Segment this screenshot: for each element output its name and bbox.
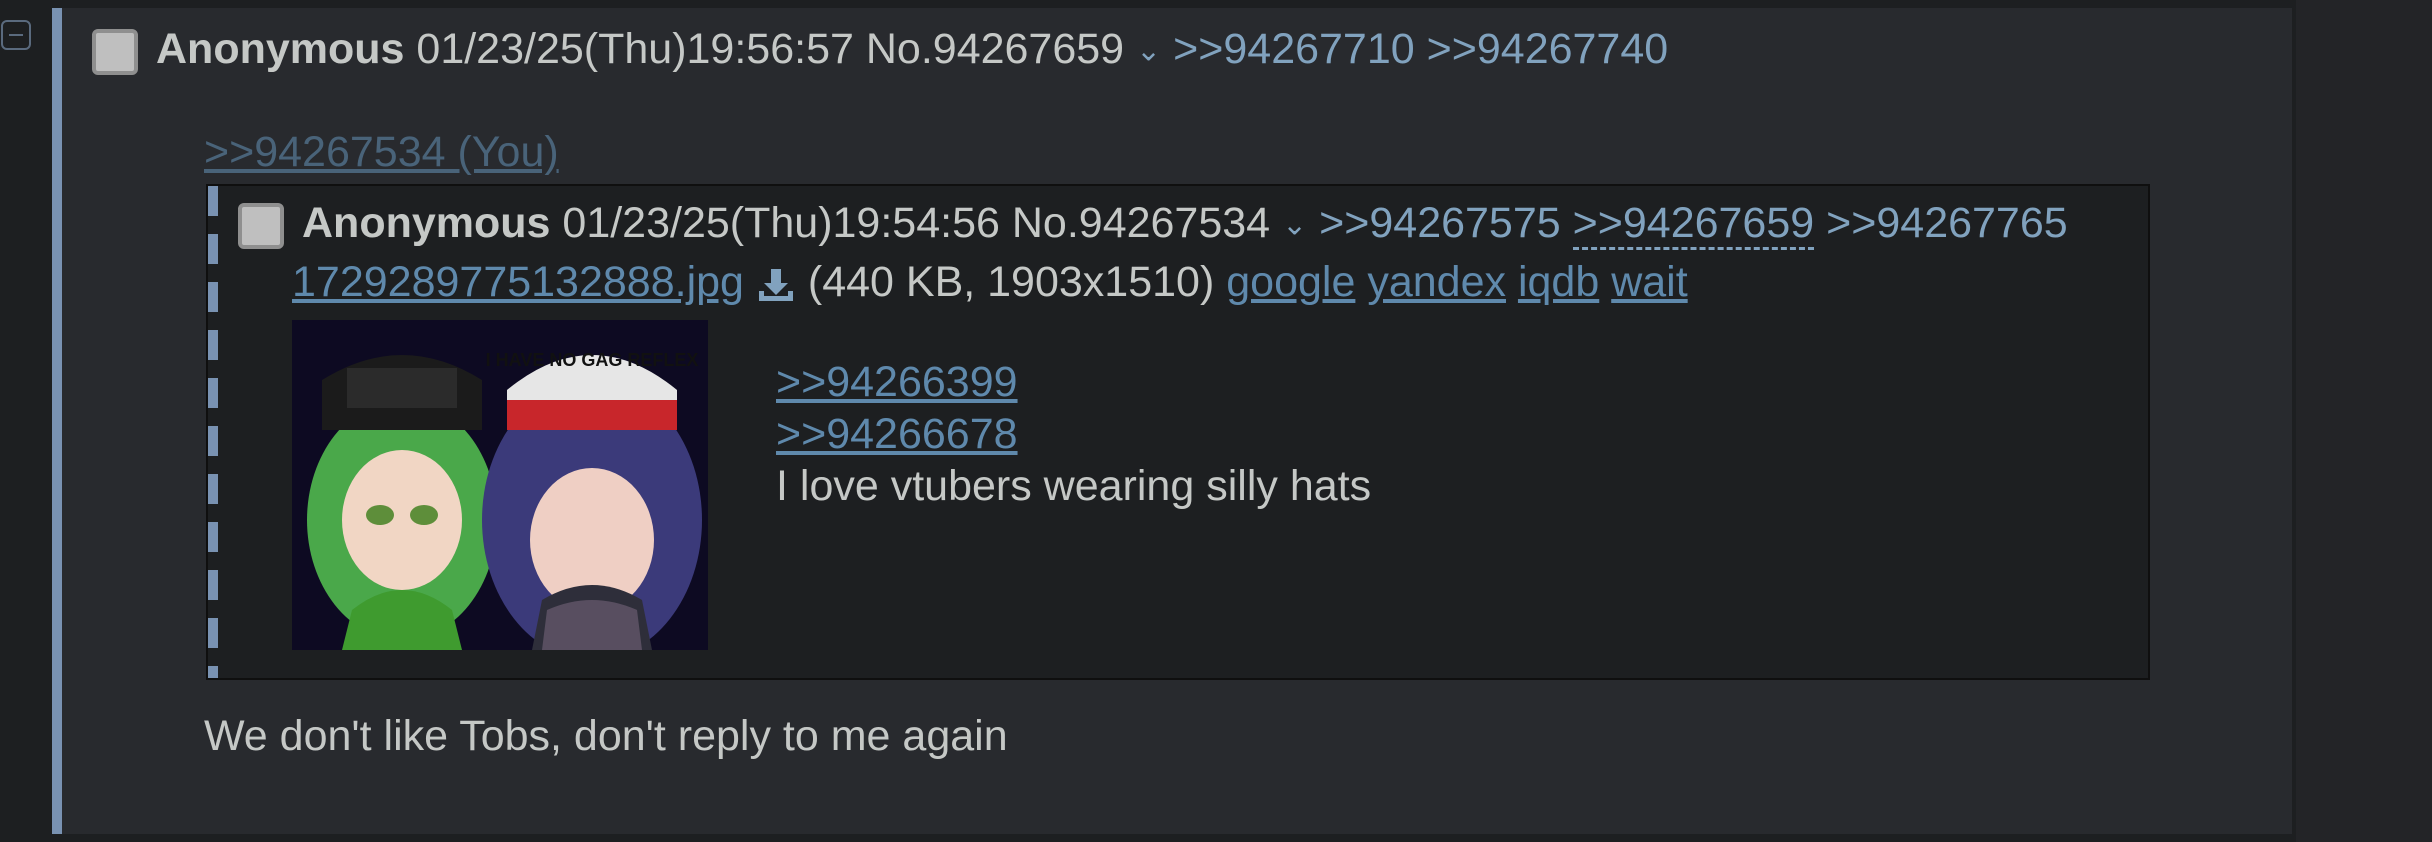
quote-link[interactable]: >>94266678 [776,410,1018,458]
poster-name: Anonymous [156,25,405,73]
thumbnail-image: I HAVE NO GAG REFLEX [292,320,708,650]
inline-post-header: Anonymous 01/23/25(Thu)19:54:56 No.94267… [238,198,2068,251]
file-meta: (440 KB, 1903x1510) [807,258,1215,306]
search-link-iqdb[interactable]: iqdb [1518,258,1599,306]
backlink[interactable]: >>94267740 [1427,25,1669,73]
chevron-down-icon[interactable]: ⌄ [1282,209,1307,242]
file-thumbnail[interactable]: I HAVE NO GAG REFLEX [292,320,708,650]
quote-link-you[interactable]: >>94267534 (You) [204,128,559,176]
collapse-icon[interactable] [1,20,31,50]
search-link-wait[interactable]: wait [1611,258,1687,306]
inline-post-border [208,186,218,678]
reply-post: Anonymous 01/23/25(Thu)19:56:57 No.94267… [52,8,2292,834]
file-name-link[interactable]: 1729289775132888.jpg [292,258,744,306]
scrollbar-track[interactable] [2296,0,2432,842]
post-header: Anonymous 01/23/25(Thu)19:56:57 No.94267… [92,24,1668,77]
backlink[interactable]: >>94267710 [1173,25,1415,73]
hat-lettering: I HAVE NO GAG REFLEX [486,350,699,370]
svg-text:I HAVE NO GAG REFLEX: I HAVE NO GAG REFLEX [486,350,699,370]
file-info: 1729289775132888.jpg (440 KB, 1903x1510)… [292,258,1688,307]
inline-post-checkbox[interactable] [238,202,284,249]
search-link-yandex[interactable]: yandex [1367,258,1506,306]
inline-post-text: I love vtubers wearing silly hats [776,462,1372,510]
search-link-google[interactable]: google [1226,258,1355,306]
backlink[interactable]: >>94267575 [1319,199,1561,247]
chevron-down-icon[interactable]: ⌄ [1136,35,1161,68]
download-icon[interactable] [756,265,796,305]
inline-post-number[interactable]: No.94267534 [1012,199,1270,247]
inline-post-message: >>94266399 >>94266678 I love vtubers wea… [776,356,1371,512]
post-number[interactable]: No.94267659 [866,25,1124,73]
post-datetime: 01/23/25(Thu)19:56:57 [416,25,854,73]
inline-post-datetime: 01/23/25(Thu)19:54:56 [562,199,1000,247]
inline-poster-name: Anonymous [302,199,551,247]
quote-link[interactable]: >>94266399 [776,358,1018,406]
backlink-current[interactable]: >>94267659 [1572,199,1815,250]
backlink[interactable]: >>94267765 [1826,199,2068,247]
post-checkbox[interactable] [92,28,138,75]
post-message: We don't like Tobs, don't reply to me ag… [204,712,1008,760]
inline-quoted-post: Anonymous 01/23/25(Thu)19:54:56 No.94267… [206,184,2150,680]
